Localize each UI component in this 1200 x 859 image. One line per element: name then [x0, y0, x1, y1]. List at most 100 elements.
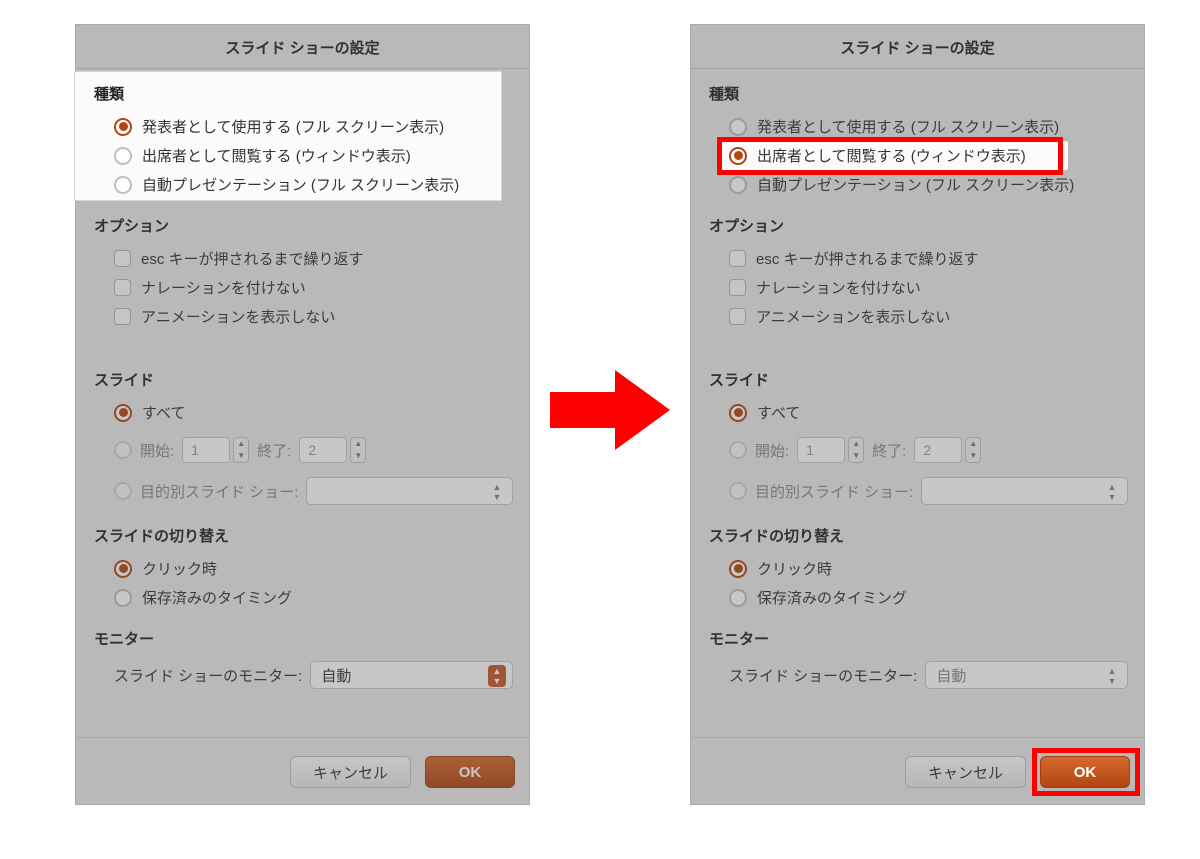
slideshow-settings-dialog-right: スライド ショーの設定 種類 発表者として使用する (フル スクリーン表示) 出… — [690, 24, 1145, 805]
check-no-animation-row[interactable]: アニメーションを表示しない — [92, 302, 513, 331]
check-no-animation[interactable] — [729, 308, 746, 325]
cancel-button[interactable]: キャンセル — [290, 756, 411, 788]
section-title-options: オプション — [94, 215, 513, 236]
section-title-advance: スライドの切り替え — [94, 525, 513, 546]
check-loop-row[interactable]: esc キーが押されるまで繰り返す — [92, 244, 513, 273]
to-input[interactable]: 2 — [914, 437, 962, 463]
from-stepper[interactable]: 1 ▲▼ — [182, 437, 249, 463]
select-arrows-icon: ▲▼ — [488, 665, 506, 687]
monitor-label: スライド ショーのモニター: — [114, 665, 302, 686]
radio-type-kiosk-label: 自動プレゼンテーション (フル スクリーン表示) — [757, 174, 1074, 195]
radio-advance-timing-row[interactable]: 保存済みのタイミング — [92, 583, 513, 612]
section-title-monitor: モニター — [709, 628, 1128, 649]
section-title-slides: スライド — [709, 369, 1128, 390]
radio-type-presenter[interactable] — [729, 118, 747, 136]
check-no-narration[interactable] — [729, 279, 746, 296]
from-steppers[interactable]: ▲▼ — [848, 437, 864, 463]
radio-slides-custom[interactable] — [114, 482, 132, 500]
radio-slides-all[interactable] — [114, 404, 132, 422]
monitor-select[interactable]: 自動 ▲▼ — [925, 661, 1128, 689]
radio-type-kiosk[interactable] — [114, 176, 132, 194]
radio-type-kiosk[interactable] — [729, 176, 747, 194]
radio-type-browsed-label: 出席者として閲覧する (ウィンドウ表示) — [757, 145, 1026, 166]
check-no-narration-row[interactable]: ナレーションを付けない — [92, 273, 513, 302]
radio-type-browsed-row[interactable]: 出席者として閲覧する (ウィンドウ表示) — [92, 141, 513, 170]
radio-slides-all-row[interactable]: すべて — [707, 398, 1128, 427]
radio-type-presenter-label: 発表者として使用する (フル スクリーン表示) — [142, 116, 444, 137]
from-input[interactable]: 1 — [797, 437, 845, 463]
select-arrows-icon: ▲▼ — [1103, 665, 1121, 687]
radio-advance-manual[interactable] — [114, 560, 132, 578]
radio-advance-manual-row[interactable]: クリック時 — [707, 554, 1128, 583]
radio-advance-manual-label: クリック時 — [142, 558, 217, 579]
check-no-animation-label: アニメーションを表示しない — [141, 306, 335, 327]
monitor-select[interactable]: 自動 ▲▼ — [310, 661, 513, 689]
check-loop-row[interactable]: esc キーが押されるまで繰り返す — [707, 244, 1128, 273]
radio-advance-timing[interactable] — [114, 589, 132, 607]
label-from: 開始: — [755, 440, 789, 461]
radio-type-kiosk-row[interactable]: 自動プレゼンテーション (フル スクリーン表示) — [707, 170, 1128, 199]
section-title-advance: スライドの切り替え — [709, 525, 1128, 546]
label-to: 終了: — [872, 440, 906, 461]
to-steppers[interactable]: ▲▼ — [350, 437, 366, 463]
section-title-options: オプション — [709, 215, 1128, 236]
section-title-type: 種類 — [94, 83, 513, 104]
radio-type-presenter[interactable] — [114, 118, 132, 136]
radio-advance-timing-row[interactable]: 保存済みのタイミング — [707, 583, 1128, 612]
radio-type-presenter-row[interactable]: 発表者として使用する (フル スクリーン表示) — [92, 112, 513, 141]
check-no-animation[interactable] — [114, 308, 131, 325]
check-loop-label: esc キーが押されるまで繰り返す — [141, 248, 364, 269]
dialog-title: スライド ショーの設定 — [691, 25, 1144, 69]
ok-button[interactable]: OK — [1040, 756, 1130, 788]
radio-advance-manual-row[interactable]: クリック時 — [92, 554, 513, 583]
radio-slides-all[interactable] — [729, 404, 747, 422]
radio-type-kiosk-row[interactable]: 自動プレゼンテーション (フル スクリーン表示) — [92, 170, 513, 199]
section-title-slides: スライド — [94, 369, 513, 390]
slideshow-settings-dialog-left: スライド ショーの設定 種類 発表者として使用する (フル スクリーン表示) 出… — [75, 24, 530, 805]
radio-advance-manual-label: クリック時 — [757, 558, 832, 579]
check-no-narration-label: ナレーションを付けない — [756, 277, 921, 298]
section-title-type: 種類 — [709, 83, 1128, 104]
radio-advance-timing[interactable] — [729, 589, 747, 607]
from-steppers[interactable]: ▲▼ — [233, 437, 249, 463]
radio-slides-all-row[interactable]: すべて — [92, 398, 513, 427]
from-stepper[interactable]: 1 ▲▼ — [797, 437, 864, 463]
radio-slides-custom[interactable] — [729, 482, 747, 500]
custom-show-select[interactable]: ▲▼ — [306, 477, 513, 505]
check-no-narration-row[interactable]: ナレーションを付けない — [707, 273, 1128, 302]
check-loop[interactable] — [114, 250, 131, 267]
radio-slides-range[interactable] — [729, 441, 747, 459]
radio-slides-range[interactable] — [114, 441, 132, 459]
label-custom-show: 目的別スライド ショー: — [755, 481, 913, 502]
select-arrows-icon: ▲▼ — [488, 481, 506, 503]
radio-advance-manual[interactable] — [729, 560, 747, 578]
section-title-monitor: モニター — [94, 628, 513, 649]
check-no-narration[interactable] — [114, 279, 131, 296]
radio-advance-timing-label: 保存済みのタイミング — [142, 587, 292, 608]
ok-button[interactable]: OK — [425, 756, 515, 788]
monitor-value: 自動 — [936, 665, 966, 686]
radio-type-browsed[interactable] — [729, 147, 747, 165]
cancel-button[interactable]: キャンセル — [905, 756, 1026, 788]
from-input[interactable]: 1 — [182, 437, 230, 463]
to-stepper[interactable]: 2 ▲▼ — [914, 437, 981, 463]
to-stepper[interactable]: 2 ▲▼ — [299, 437, 366, 463]
check-loop[interactable] — [729, 250, 746, 267]
radio-slides-all-label: すべて — [757, 402, 800, 423]
dialog-title: スライド ショーの設定 — [76, 25, 529, 69]
check-loop-label: esc キーが押されるまで繰り返す — [756, 248, 979, 269]
check-no-narration-label: ナレーションを付けない — [141, 277, 306, 298]
radio-type-browsed-row[interactable]: 出席者として閲覧する (ウィンドウ表示) — [722, 141, 1068, 170]
custom-show-select[interactable]: ▲▼ — [921, 477, 1128, 505]
radio-type-presenter-label: 発表者として使用する (フル スクリーン表示) — [757, 116, 1059, 137]
select-arrows-icon: ▲▼ — [1103, 481, 1121, 503]
radio-type-browsed-label: 出席者として閲覧する (ウィンドウ表示) — [142, 145, 411, 166]
radio-type-presenter-row[interactable]: 発表者として使用する (フル スクリーン表示) — [707, 112, 1128, 141]
check-no-animation-row[interactable]: アニメーションを表示しない — [707, 302, 1128, 331]
to-steppers[interactable]: ▲▼ — [965, 437, 981, 463]
to-input[interactable]: 2 — [299, 437, 347, 463]
label-custom-show: 目的別スライド ショー: — [140, 481, 298, 502]
label-from: 開始: — [140, 440, 174, 461]
radio-type-browsed[interactable] — [114, 147, 132, 165]
monitor-value: 自動 — [321, 665, 351, 686]
